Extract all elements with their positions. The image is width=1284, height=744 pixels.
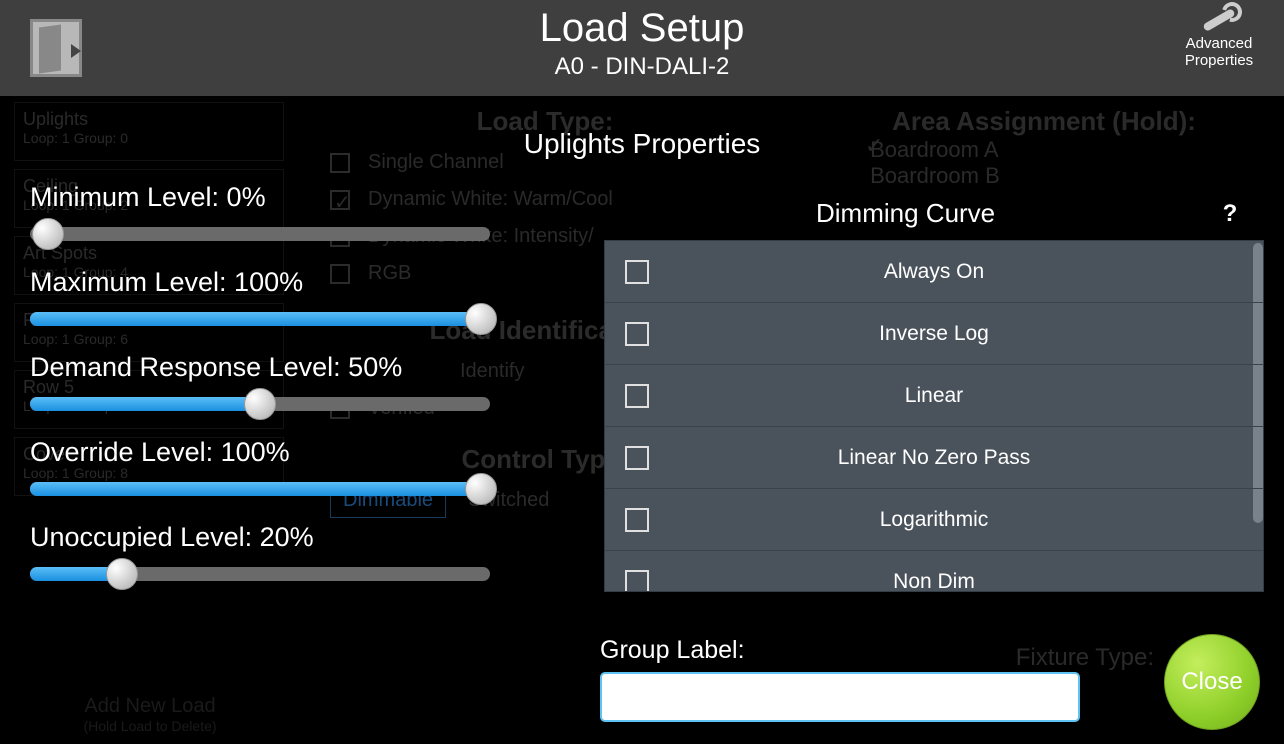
exit-icon[interactable] (30, 19, 82, 77)
demand-response-block: Demand Response Level: 50% (30, 352, 520, 411)
curve-option-inverse-log[interactable]: Inverse Log (605, 303, 1263, 365)
group-label-input[interactable] (600, 672, 1080, 722)
group-label-caption: Group Label: (600, 636, 745, 665)
page-title: Load Setup (540, 6, 745, 51)
advanced-label-2: Properties (1174, 53, 1264, 70)
close-button[interactable]: Close (1164, 634, 1260, 730)
minimum-level-slider[interactable] (30, 227, 490, 241)
dimming-curve-list[interactable]: Always On Inverse Log Linear Linear No Z… (604, 240, 1264, 592)
minimum-level-label: Minimum Level: 0% (30, 182, 520, 213)
override-level-slider[interactable] (30, 482, 490, 496)
curve-option-label: Linear No Zero Pass (605, 446, 1263, 470)
curve-option-label: Always On (605, 260, 1263, 284)
wrench-icon (1198, 6, 1240, 34)
dimming-curve-title: Dimming Curve (812, 198, 995, 229)
demand-response-label: Demand Response Level: 50% (30, 352, 520, 383)
curve-option-linear-no-zero-pass[interactable]: Linear No Zero Pass (605, 427, 1263, 489)
unoccupied-level-slider[interactable] (30, 567, 490, 581)
unoccupied-level-label: Unoccupied Level: 20% (30, 522, 520, 553)
minimum-level-block: Minimum Level: 0% (30, 182, 520, 241)
sliders-column: Minimum Level: 0% Maximum Level: 100% De… (30, 182, 520, 607)
page-subtitle: A0 - DIN-DALI-2 (540, 53, 745, 81)
override-level-block: Override Level: 100% (30, 437, 520, 496)
header-titles: Load Setup A0 - DIN-DALI-2 (540, 6, 745, 81)
maximum-level-slider[interactable] (30, 312, 490, 326)
maximum-level-label: Maximum Level: 100% (30, 267, 520, 298)
advanced-properties-button[interactable]: Advanced Properties (1174, 6, 1264, 69)
unoccupied-level-block: Unoccupied Level: 20% (30, 522, 520, 581)
curve-option-label: Non Dim (605, 570, 1263, 592)
curve-option-label: Linear (605, 384, 1263, 408)
curve-option-always-on[interactable]: Always On (605, 241, 1263, 303)
curve-option-label: Inverse Log (605, 322, 1263, 346)
curve-option-logarithmic[interactable]: Logarithmic (605, 489, 1263, 551)
curve-option-label: Logarithmic (605, 508, 1263, 532)
maximum-level-block: Maximum Level: 100% (30, 267, 520, 326)
demand-response-slider[interactable] (30, 397, 490, 411)
header-bar: Load Setup A0 - DIN-DALI-2 Advanced Prop… (0, 0, 1284, 96)
advanced-label-1: Advanced (1174, 36, 1264, 53)
curve-option-non-dim[interactable]: Non Dim (605, 551, 1263, 592)
override-level-label: Override Level: 100% (30, 437, 520, 468)
curve-option-linear[interactable]: Linear (605, 365, 1263, 427)
properties-panel: Uplights Properties Minimum Level: 0% Ma… (0, 96, 1284, 744)
panel-title: Uplights Properties (524, 128, 761, 160)
dimming-curve-header: Dimming Curve ? (812, 198, 1242, 229)
help-icon[interactable]: ? (1218, 200, 1242, 228)
